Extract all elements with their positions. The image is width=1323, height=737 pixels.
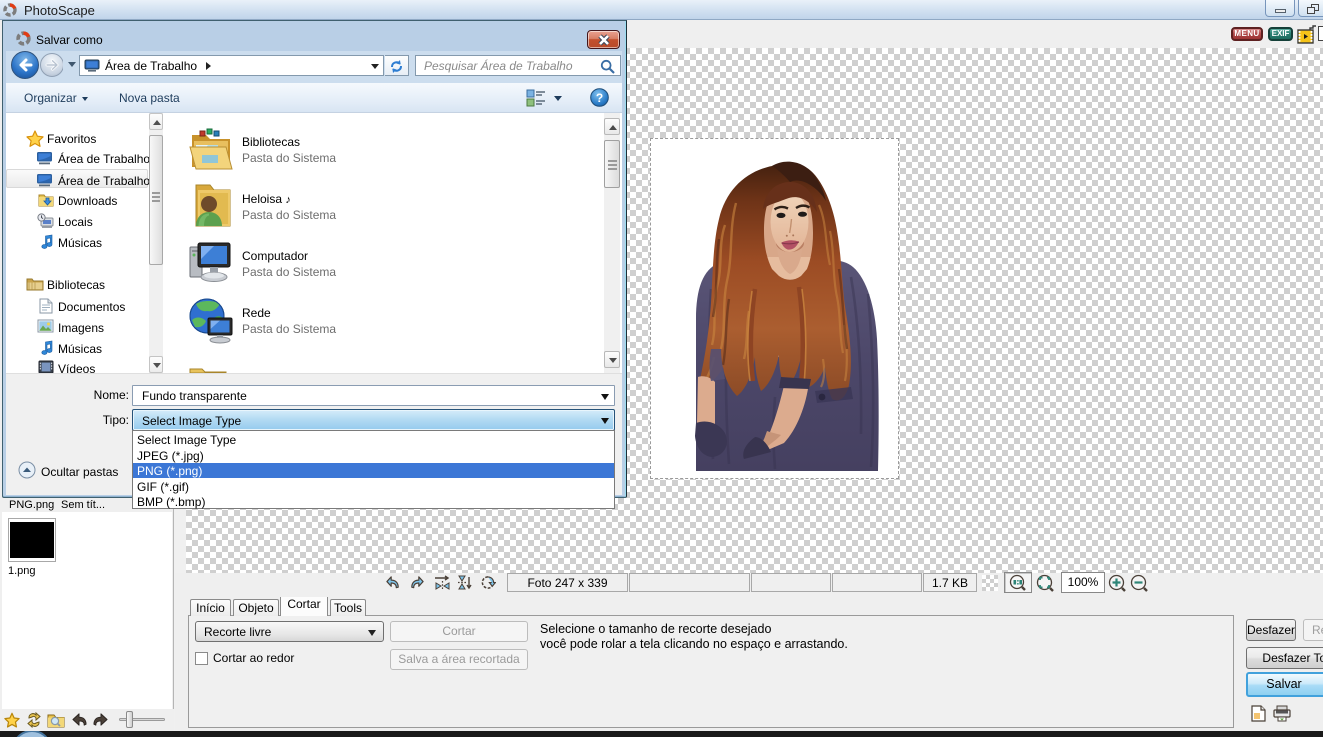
svg-text:?: ?	[596, 91, 603, 105]
